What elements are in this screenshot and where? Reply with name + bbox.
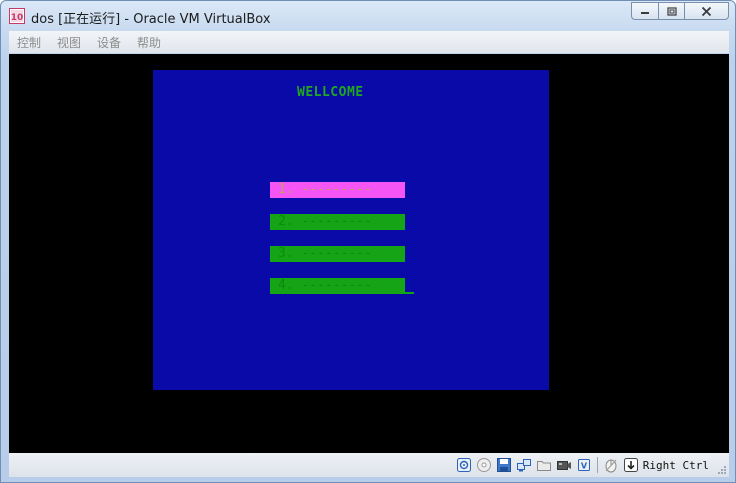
virtualbox-app-icon[interactable]: 10 <box>9 8 25 24</box>
minimize-icon <box>641 12 649 14</box>
window-title: dos [正在运行] - Oracle VM VirtualBox <box>31 12 271 27</box>
close-icon <box>701 6 712 16</box>
menu-devices[interactable]: 设备 <box>97 34 121 51</box>
menu-bar: 控制 视图 设备 帮助 <box>9 31 729 53</box>
dos-menu-item-1[interactable]: 1. --------- <box>270 182 405 198</box>
resize-grip-icon[interactable] <box>717 465 727 475</box>
menu-control[interactable]: 控制 <box>17 34 41 51</box>
menu-help[interactable]: 帮助 <box>137 34 161 51</box>
dos-menu-item-2[interactable]: 2. --------- <box>270 214 405 230</box>
vm-display[interactable]: WELLCOME 1. --------- 2. --------- 3. --… <box>9 54 729 453</box>
floppy-drive-icon[interactable] <box>496 457 512 473</box>
restore-icon <box>666 7 677 16</box>
svg-text:V: V <box>581 462 588 471</box>
optical-drive-icon[interactable] <box>476 457 492 473</box>
caption-buttons <box>631 2 729 21</box>
dos-menu-item-4[interactable]: 4. --------- <box>270 278 405 294</box>
hard-disk-icon[interactable] <box>456 457 472 473</box>
mouse-integration-icon[interactable] <box>603 457 619 473</box>
status-icons: V Right Ctrl <box>452 456 729 474</box>
host-key-arrow-icon[interactable] <box>623 457 639 473</box>
dos-welcome-title: WELLCOME <box>297 85 364 100</box>
minimize-button[interactable] <box>631 2 658 20</box>
shared-folder-icon[interactable] <box>536 457 552 473</box>
network-icon[interactable] <box>516 457 532 473</box>
video-capture-icon[interactable] <box>556 457 572 473</box>
dos-menu-item-3[interactable]: 3. --------- <box>270 246 405 262</box>
close-button[interactable] <box>684 2 729 20</box>
text-cursor <box>405 292 414 294</box>
maximize-button[interactable] <box>658 2 684 20</box>
menu-view[interactable]: 视图 <box>57 34 81 51</box>
dos-screen[interactable]: WELLCOME 1. --------- 2. --------- 3. --… <box>153 70 549 390</box>
status-separator <box>596 457 598 473</box>
virtualization-icon[interactable]: V <box>576 457 592 473</box>
virtualbox-window: 10 dos [正在运行] - Oracle VM VirtualBox 控制 … <box>0 0 736 483</box>
app-icon-text: 10 <box>11 13 24 23</box>
title-bar[interactable]: 10 dos [正在运行] - Oracle VM VirtualBox <box>1 1 735 31</box>
host-key-label: Right Ctrl <box>642 458 709 472</box>
status-bar: V Right Ctrl <box>9 453 729 477</box>
